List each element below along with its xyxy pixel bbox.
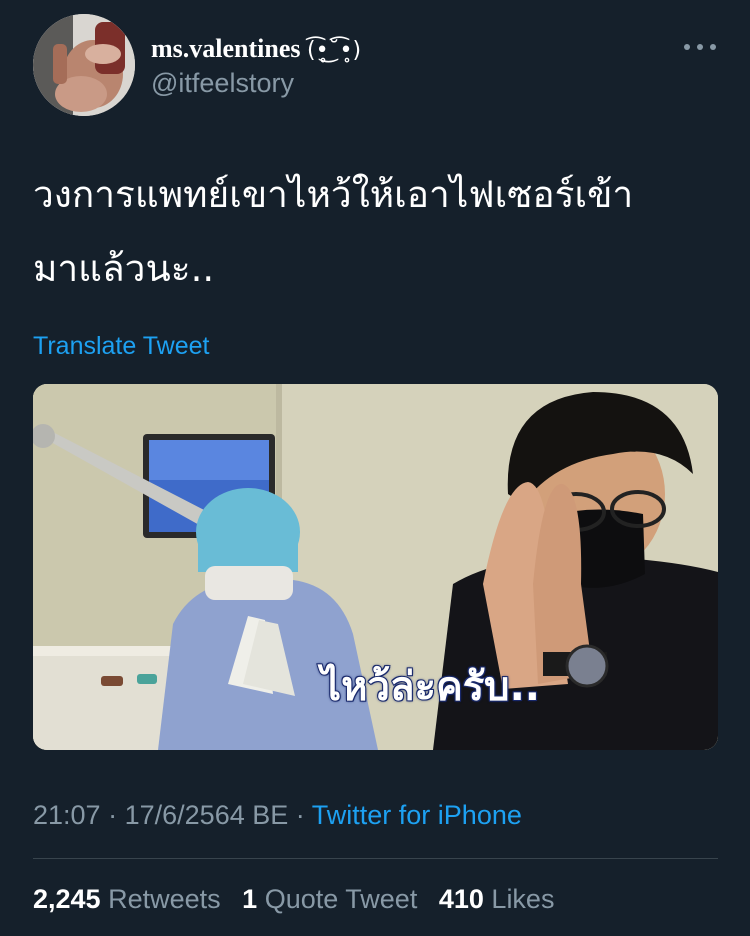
tweet-text: วงการแพทย์เขาไหว้ให้เอาไฟเซอร์เข้า มาแล้… — [33, 158, 723, 306]
translate-tweet-link[interactable]: Translate Tweet — [33, 332, 209, 361]
divider — [33, 858, 718, 859]
avatar[interactable] — [33, 14, 135, 116]
tweet-date: 17/6/2564 BE — [124, 800, 289, 830]
tweet-time: 21:07 — [33, 800, 101, 830]
display-name-kaomoji: (͡•̥͜˘͡•̥) — [307, 38, 362, 63]
user-handle[interactable]: @itfeelstory — [151, 68, 294, 99]
tweet-text-line-2: มาแล้วนะ.. — [33, 247, 215, 290]
meta-separator: · — [108, 800, 118, 830]
quote-tweets-count: 1 — [242, 884, 258, 914]
tweet-text-line-1: วงการแพทย์เขาไหว้ให้เอาไฟเซอร์เข้า — [33, 173, 634, 216]
tweet-stats: 2,245 Retweets 1 Quote Tweet 410 Likes — [33, 884, 568, 915]
media-caption: ไหว้ล่ะครับ.. — [320, 663, 541, 711]
quote-tweets-label: Quote Tweet — [264, 884, 418, 914]
likes-count: 410 — [438, 884, 484, 914]
avatar-photo — [33, 14, 135, 116]
tweet-source-link[interactable]: Twitter for iPhone — [312, 800, 522, 830]
display-name[interactable]: ms.valentines (͡•̥͜˘͡•̥) — [151, 34, 361, 64]
retweets-count: 2,245 — [33, 884, 101, 914]
meta-separator: · — [295, 800, 305, 830]
tweet-meta: 21:07 · 17/6/2564 BE · Twitter for iPhon… — [33, 800, 522, 831]
likes-stat[interactable]: 410 Likes — [439, 884, 555, 914]
tweet-media-image[interactable]: ไหว้ล่ะครับ.. — [33, 384, 718, 750]
retweets-label: Retweets — [108, 884, 221, 914]
retweets-stat[interactable]: 2,245 Retweets — [33, 884, 228, 914]
likes-label: Likes — [491, 884, 555, 914]
display-name-text: ms.valentines — [151, 34, 301, 63]
quote-tweets-stat[interactable]: 1 Quote Tweet — [242, 884, 425, 914]
more-horizontal-icon[interactable] — [684, 40, 716, 54]
